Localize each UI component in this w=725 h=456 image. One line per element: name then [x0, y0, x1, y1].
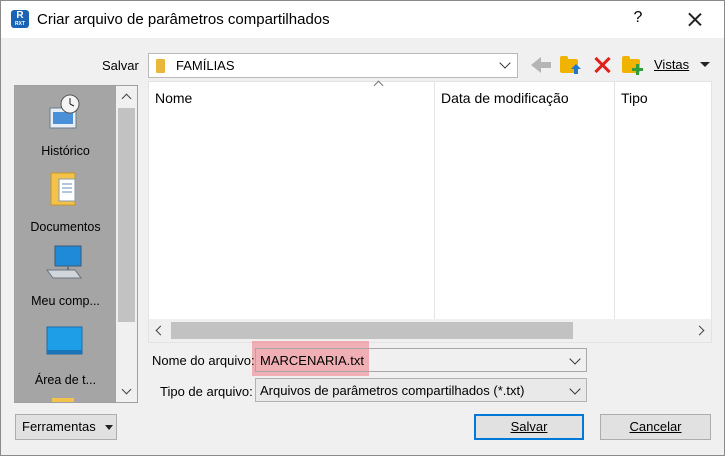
- delete-icon[interactable]: [592, 55, 612, 75]
- close-button[interactable]: [681, 6, 709, 32]
- up-arrow-icon: [571, 64, 581, 74]
- tools-button[interactable]: Ferramentas: [15, 414, 117, 440]
- filetype-select[interactable]: Arquivos de parâmetros compartilhados (*…: [255, 378, 587, 402]
- computer-icon: [46, 245, 82, 279]
- place-computer[interactable]: Meu comp...: [15, 244, 116, 312]
- cancel-label: Cancelar: [629, 419, 682, 434]
- column-divider[interactable]: [614, 82, 615, 319]
- current-folder: FAMÍLIAS: [176, 58, 235, 73]
- title-bar: R RXT Criar arquivo de parâmetros compar…: [1, 1, 724, 38]
- save-in-dropdown[interactable]: FAMÍLIAS: [148, 53, 518, 78]
- chevron-down-icon: [499, 57, 511, 69]
- save-in-label: Salvar: [102, 58, 139, 73]
- hscroll-thumb[interactable]: [171, 322, 573, 339]
- back-arrow-icon[interactable]: [531, 57, 553, 73]
- places-list: Histórico Documentos Meu comp... Área de…: [15, 86, 116, 402]
- column-header-type[interactable]: Tipo: [621, 90, 648, 106]
- folder-icon: [156, 59, 165, 73]
- app-icon-sub: RXT: [15, 21, 25, 27]
- app-icon: R RXT: [11, 10, 29, 28]
- place-label: Documentos: [30, 220, 101, 234]
- column-header-name[interactable]: Nome: [155, 90, 192, 106]
- plus-icon: [632, 64, 643, 75]
- tools-dropdown-icon: [105, 425, 113, 430]
- place-desktop[interactable]: Área de t...: [15, 326, 116, 390]
- save-label: Salvar: [510, 419, 548, 434]
- up-folder-button[interactable]: [559, 53, 581, 75]
- scroll-left-icon[interactable]: [155, 325, 166, 336]
- save-button[interactable]: Salvar: [474, 414, 584, 440]
- views-label: Vistas: [654, 57, 690, 72]
- new-folder-button[interactable]: [621, 53, 643, 75]
- views-menu-button[interactable]: Vistas: [654, 57, 689, 72]
- documents-icon: [50, 172, 76, 206]
- partial-folder-icon: [52, 398, 74, 402]
- scroll-right-icon[interactable]: [694, 325, 705, 336]
- window-title: Criar arquivo de parâmetros compartilhad…: [37, 11, 330, 28]
- place-label: Área de t...: [34, 373, 97, 387]
- file-list[interactable]: Nome Data de modificação Tipo: [148, 80, 712, 343]
- history-icon: [49, 94, 80, 129]
- cancel-button[interactable]: Cancelar: [600, 414, 711, 440]
- save-dialog: R RXT Criar arquivo de parâmetros compar…: [0, 0, 725, 456]
- tools-label: Ferramentas: [22, 419, 96, 434]
- sort-caret-icon: [373, 80, 384, 91]
- scroll-down-icon[interactable]: [121, 384, 132, 395]
- filetype-label: Tipo de arquivo:: [160, 384, 253, 399]
- filename-label: Nome do arquivo:: [152, 353, 255, 368]
- chevron-down-icon[interactable]: [569, 353, 581, 365]
- app-icon-letter: R: [16, 10, 24, 21]
- column-header-modified[interactable]: Data de modificação: [441, 90, 569, 106]
- place-documents[interactable]: Documentos: [15, 169, 116, 239]
- help-button[interactable]: ?: [628, 9, 648, 29]
- filename-value: MARCENARIA.txt: [260, 353, 365, 368]
- column-divider[interactable]: [434, 82, 435, 319]
- scroll-up-icon[interactable]: [121, 93, 132, 104]
- filetype-value: Arquivos de parâmetros compartilhados (*…: [260, 383, 525, 398]
- place-label: Meu comp...: [31, 294, 100, 308]
- file-list-hscrollbar[interactable]: [149, 319, 711, 342]
- place-history[interactable]: Histórico: [15, 94, 116, 162]
- filename-input[interactable]: MARCENARIA.txt: [255, 348, 587, 372]
- places-scrollbar[interactable]: [116, 86, 137, 402]
- places-scroll-thumb[interactable]: [118, 108, 135, 322]
- chevron-down-icon: [569, 383, 581, 395]
- places-bar: Histórico Documentos Meu comp... Área de…: [14, 85, 138, 403]
- place-label: Histórico: [41, 144, 90, 158]
- desktop-icon: [46, 326, 83, 355]
- views-dropdown-icon[interactable]: [700, 62, 710, 67]
